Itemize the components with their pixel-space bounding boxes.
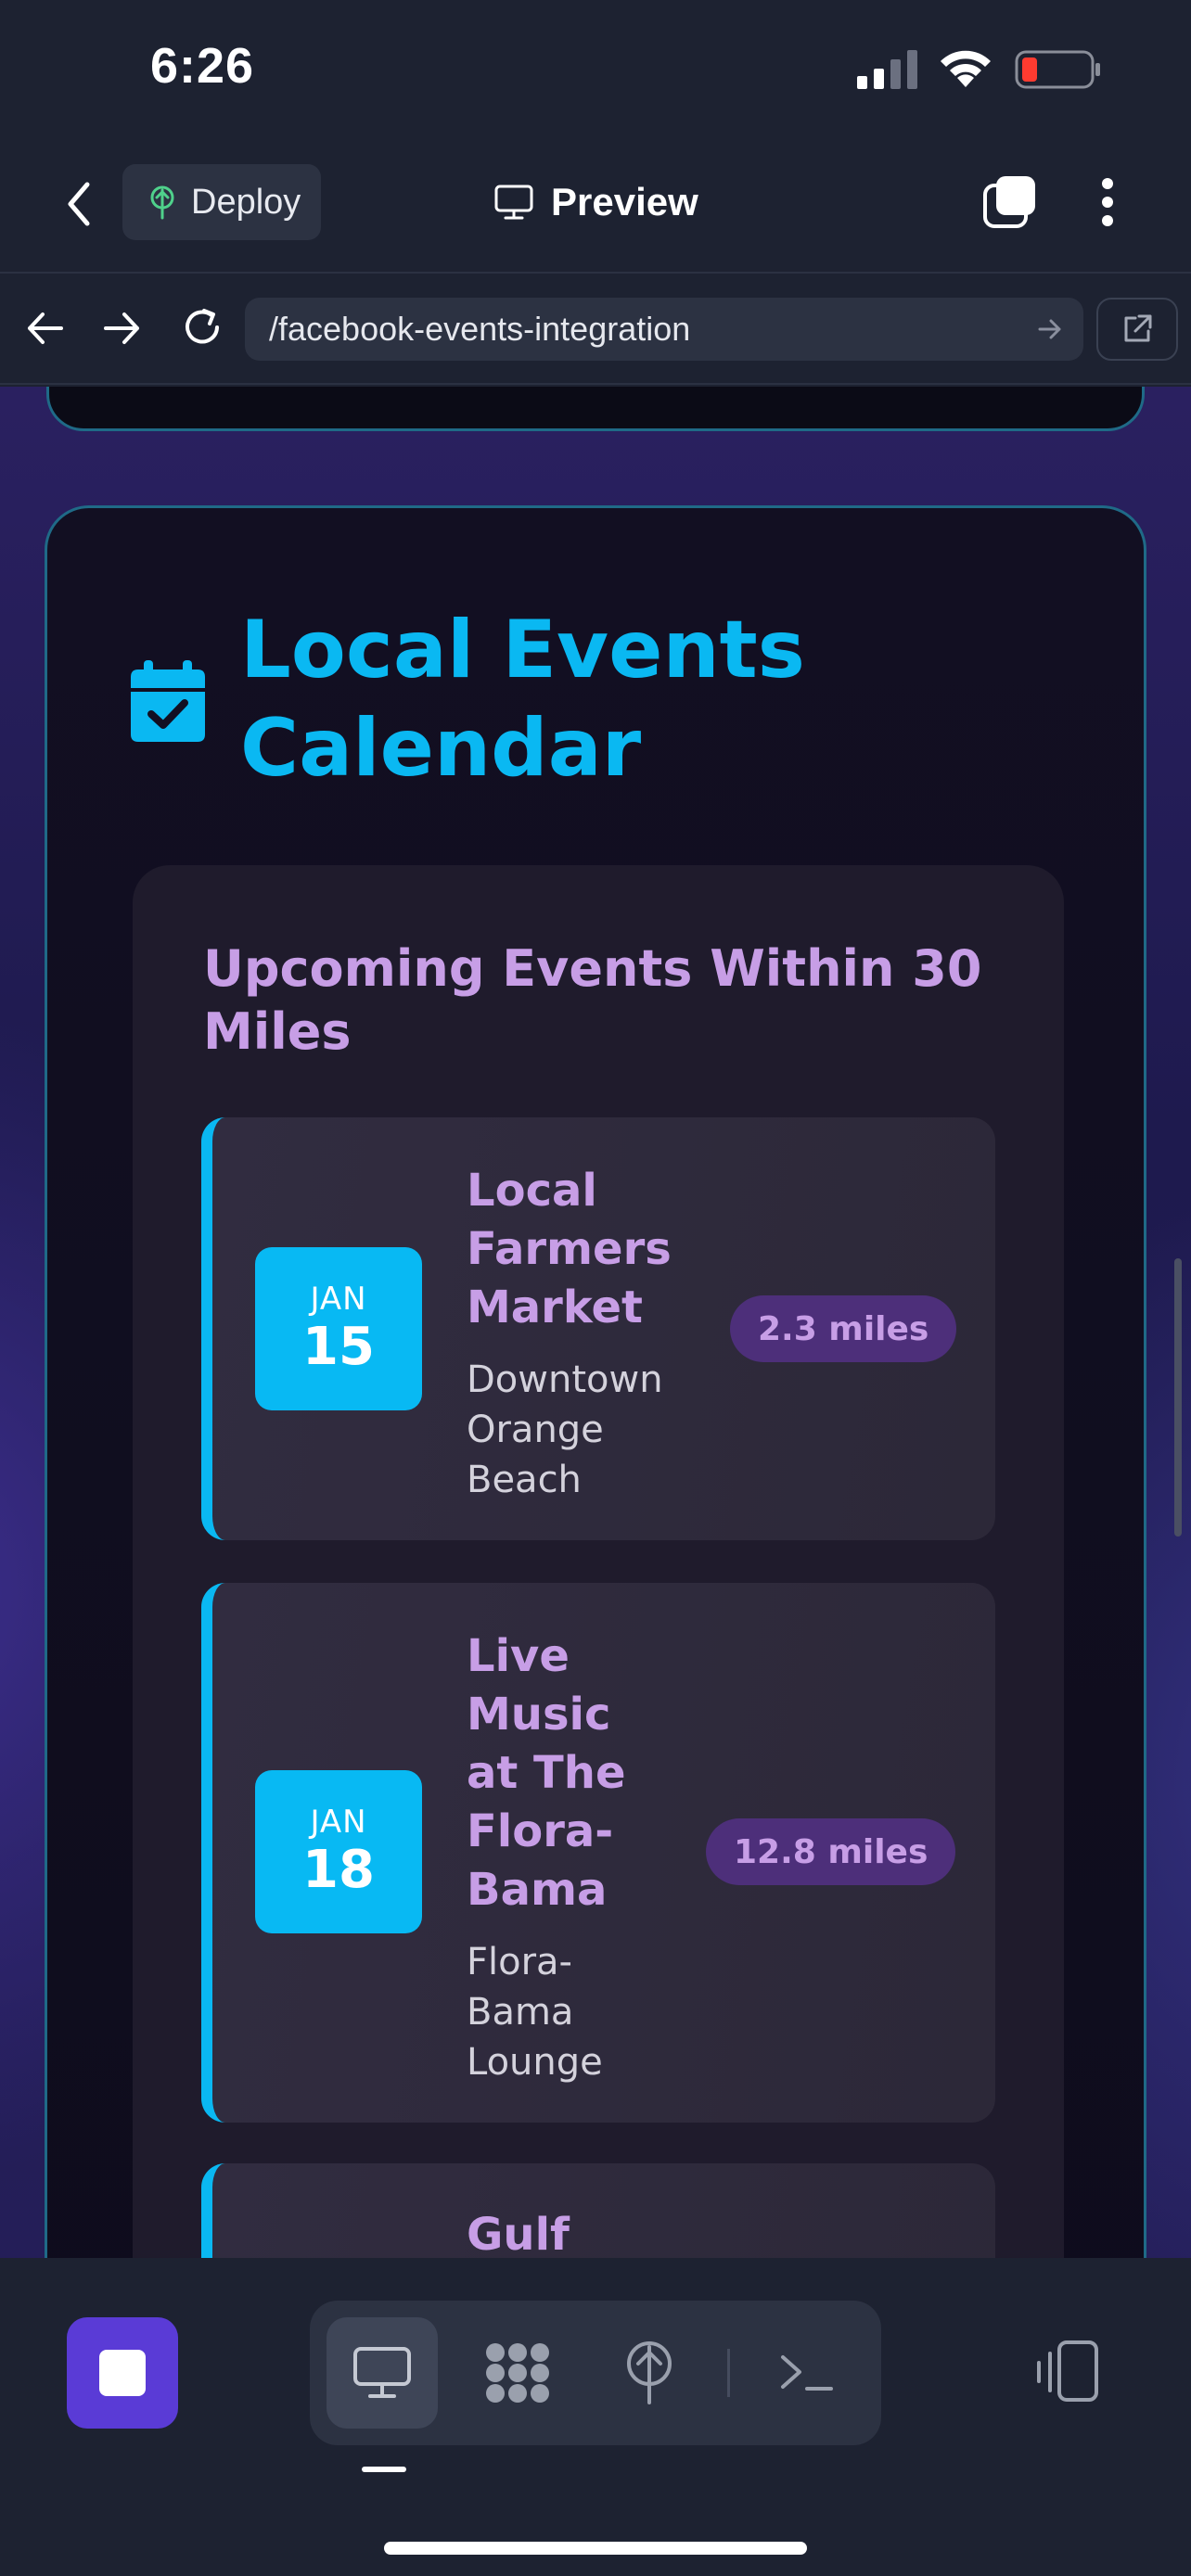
terminal-icon xyxy=(781,2355,833,2391)
active-tool-indicator xyxy=(362,2467,406,2472)
event-venue: Downtown Orange Beach xyxy=(467,1358,663,1501)
upcoming-events-container: Upcoming Events Within 30 Miles JAN 15 L… xyxy=(133,865,1064,2258)
home-indicator xyxy=(384,2542,807,2555)
deploy-button[interactable]: Deploy xyxy=(122,164,321,240)
event-day: 15 xyxy=(302,1317,375,1377)
preview-tool-button[interactable] xyxy=(327,2317,438,2429)
preview-label: Preview xyxy=(551,180,698,223)
event-month: JAN xyxy=(310,1804,367,1841)
more-options-button[interactable] xyxy=(1091,172,1124,232)
dot xyxy=(1102,215,1113,226)
battery-icon xyxy=(1015,50,1100,89)
reload-icon[interactable] xyxy=(180,305,224,350)
deploy-label: Deploy xyxy=(191,182,301,222)
toolbar-divider xyxy=(727,2349,730,2397)
web-preview-viewport[interactable]: Local Events Calendar Upcoming Events Wi… xyxy=(0,387,1191,2258)
chevron-left-icon xyxy=(68,182,90,226)
browser-url-bar: /facebook-events-integration xyxy=(0,274,1191,385)
stop-button[interactable] xyxy=(67,2317,178,2429)
preview-title: Preview xyxy=(493,172,698,232)
status-bar: 6:26 xyxy=(0,0,1191,139)
distance-badge: 2.3 miles xyxy=(730,1295,957,1362)
device-toggle-icon[interactable] xyxy=(1033,2337,1104,2407)
external-link-icon xyxy=(1124,314,1152,342)
monitor-icon xyxy=(353,2347,411,2398)
bottom-toolbar xyxy=(0,2259,1191,2576)
app-header: Deploy Preview xyxy=(0,139,1191,274)
stop-icon xyxy=(99,2350,146,2396)
back-button[interactable] xyxy=(56,176,102,232)
events-header: Local Events Calendar xyxy=(131,601,908,797)
event-venue: Flora-Bama Lounge xyxy=(467,1941,603,2084)
workflow-tool-button[interactable] xyxy=(462,2317,573,2429)
event-month: JAN xyxy=(310,1281,367,1318)
calendar-check-icon xyxy=(131,660,205,742)
terminal-tool-button[interactable] xyxy=(751,2317,863,2429)
upcoming-events-title: Upcoming Events Within 30 Miles xyxy=(203,939,982,1061)
go-arrow-icon[interactable] xyxy=(1037,316,1063,342)
event-name: Gulf xyxy=(467,2209,570,2258)
section-title: Local Events Calendar xyxy=(240,604,805,795)
event-card[interactable]: Gulf xyxy=(201,2163,995,2258)
tool-switcher xyxy=(310,2301,881,2445)
event-name: Live Music at The Flora-Bama xyxy=(467,1630,626,1916)
event-date-badge: JAN 18 xyxy=(255,1770,422,1933)
url-text: /facebook-events-integration xyxy=(269,310,691,348)
deploy-icon xyxy=(627,2341,672,2404)
arrow-left-icon[interactable] xyxy=(24,307,67,350)
url-input[interactable]: /facebook-events-integration xyxy=(245,298,1083,361)
deploy-icon xyxy=(150,185,174,220)
open-external-button[interactable] xyxy=(1096,298,1178,361)
dot xyxy=(1102,178,1113,189)
monitor-icon xyxy=(494,185,533,220)
event-day: 18 xyxy=(302,1840,375,1900)
event-name: Local Farmers Market xyxy=(467,1165,672,1333)
wifi-icon xyxy=(941,50,991,87)
tabs-icon[interactable] xyxy=(981,172,1039,230)
dot xyxy=(1102,197,1113,208)
workflow-icon xyxy=(486,2343,549,2403)
event-card[interactable]: JAN 18 Live Music at The Flora-Bama Flor… xyxy=(201,1583,995,2123)
deploy-tool-button[interactable] xyxy=(594,2317,705,2429)
distance-badge: 12.8 miles xyxy=(706,1818,956,1885)
scrollbar[interactable] xyxy=(1174,1258,1182,1537)
cellular-signal-icon xyxy=(857,50,917,89)
event-card[interactable]: JAN 15 Local Farmers Market Downtown Ora… xyxy=(201,1117,995,1540)
previous-section-card xyxy=(46,387,1145,431)
status-time: 6:26 xyxy=(150,38,255,94)
events-calendar-panel: Local Events Calendar Upcoming Events Wi… xyxy=(45,505,1146,2258)
arrow-right-icon[interactable] xyxy=(100,307,143,350)
event-date-badge: JAN 15 xyxy=(255,1247,422,1410)
